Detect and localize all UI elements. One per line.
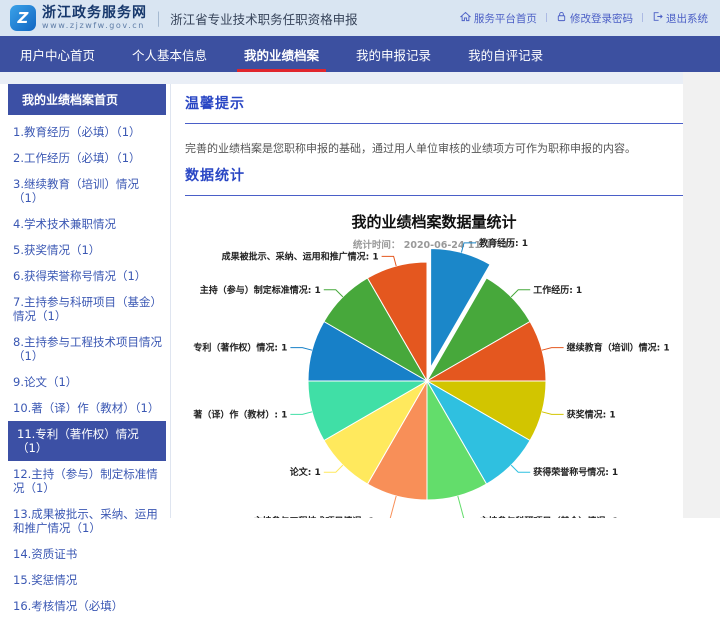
sidebar-item-13[interactable]: 13.成果被批示、采纳、运用和推广情况（1） xyxy=(8,501,166,541)
top-link-lock[interactable]: 修改登录密码 xyxy=(556,11,633,26)
pie-label-2: 继续教育（培训）情况: 1 xyxy=(567,342,670,354)
pie-label-11: 成果被批示、采纳、运用和推广情况: 1 xyxy=(222,250,379,262)
sidebar-item-16[interactable]: 16.考核情况（必填） xyxy=(8,593,166,619)
brand-divider: | xyxy=(156,9,161,27)
pie-label-line-4 xyxy=(511,465,530,472)
lock-icon xyxy=(556,11,567,25)
nav-content-gap xyxy=(0,72,720,84)
sidebar-item-15[interactable]: 15.奖惩情况 xyxy=(8,567,166,593)
nav-item-4[interactable]: 我的自评记录 xyxy=(456,36,555,72)
top-link-logout[interactable]: 退出系统 xyxy=(652,11,708,26)
nav-item-0[interactable]: 用户中心首页 xyxy=(8,36,107,72)
sidebar-item-3[interactable]: 3.继续教育（培训）情况（1） xyxy=(8,171,166,211)
pie-label-line-0 xyxy=(461,243,476,253)
pie-label-line-1 xyxy=(511,290,530,297)
sidebar-item-14[interactable]: 14.资质证书 xyxy=(8,541,166,567)
pie-chart-svg: 教育经历: 1 工作经历: 1 继续教育（培训）情况: 1 获奖情况: 1 获得荣誉称号… xyxy=(178,231,684,518)
page-title: 浙江省专业技术职务任职资格申报 xyxy=(170,9,358,28)
pie-label-line-10 xyxy=(324,290,343,297)
site-url: www.zjzwfw.gov.cn xyxy=(42,22,147,30)
chart-title: 我的业绩档案数据量统计 xyxy=(185,211,683,232)
page-right-margin xyxy=(683,72,720,518)
sidebar-item-4[interactable]: 4.学术技术兼职情况 xyxy=(8,211,166,237)
main-nav: 用户中心首页个人基本信息我的业绩档案我的申报记录我的自评记录 xyxy=(0,36,720,72)
sidebar-item-5[interactable]: 5.获奖情况（1） xyxy=(8,237,166,263)
pie-label-line-6 xyxy=(377,496,396,518)
top-link-home[interactable]: 服务平台首页 xyxy=(460,11,537,26)
sidebar-divider xyxy=(170,84,171,518)
top-link-separator: | xyxy=(545,13,548,23)
pie-label-4: 获得荣誉称号情况: 1 xyxy=(533,466,618,478)
sidebar-list: 1.教育经历（必填）（1）2.工作经历（必填）（1）3.继续教育（培训）情况（1… xyxy=(8,119,166,619)
top-header-bar: Z 浙江政务服务网 www.zjzwfw.gov.cn | 浙江省专业技术职务任… xyxy=(0,0,720,36)
pie-label-line-3 xyxy=(542,412,564,415)
top-link-label: 退出系统 xyxy=(666,11,708,26)
top-link-label: 修改登录密码 xyxy=(570,11,633,26)
sidebar: 我的业绩档案首页 1.教育经历（必填）（1）2.工作经历（必填）（1）3.继续教… xyxy=(8,84,166,619)
nav-item-1[interactable]: 个人基本信息 xyxy=(120,36,219,72)
top-link-separator: | xyxy=(641,13,644,23)
tip-text: 完善的业绩档案是您职称申报的基础，通过用人单位审核的业绩项方可作为职称申报的内容… xyxy=(185,140,683,156)
pie-label-7: 论文: 1 xyxy=(290,466,321,478)
site-brand: 浙江政务服务网 www.zjzwfw.gov.cn xyxy=(42,6,147,30)
pie-label-10: 主持（参与）制定标准情况: 1 xyxy=(200,284,321,296)
pie-chart: 教育经历: 1 工作经历: 1 继续教育（培训）情况: 1 获奖情况: 1 获得荣誉称号… xyxy=(178,231,684,518)
nav-item-3[interactable]: 我的申报记录 xyxy=(344,36,443,72)
pie-label-1: 工作经历: 1 xyxy=(533,284,582,296)
sidebar-item-12[interactable]: 12.主持（参与）制定标准情况（1） xyxy=(8,461,166,501)
pie-label-line-8 xyxy=(290,412,312,415)
site-name: 浙江政务服务网 xyxy=(42,6,147,20)
pie-label-line-11 xyxy=(382,256,397,266)
sidebar-item-1[interactable]: 1.教育经历（必填）（1） xyxy=(8,119,166,145)
sidebar-item-10[interactable]: 10.著（译）作（教材）（1） xyxy=(8,395,166,421)
pie-label-line-5 xyxy=(458,496,477,518)
home-icon xyxy=(460,11,471,25)
sidebar-home-item[interactable]: 我的业绩档案首页 xyxy=(8,84,166,115)
pie-label-line-9 xyxy=(290,348,312,351)
top-links: 服务平台首页 | 修改登录密码 | 退出系统 xyxy=(460,11,708,26)
sidebar-item-2[interactable]: 2.工作经历（必填）（1） xyxy=(8,145,166,171)
top-link-label: 服务平台首页 xyxy=(474,11,537,26)
tip-section-title: 温馨提示 xyxy=(185,93,683,113)
stats-section-title: 数据统计 xyxy=(185,165,683,185)
site-logo-icon: Z xyxy=(10,5,36,31)
sidebar-item-7[interactable]: 7.主持参与科研项目（基金）情况（1） xyxy=(8,289,166,329)
pie-label-line-7 xyxy=(324,465,343,472)
pie-label-0: 教育经历: 1 xyxy=(478,237,528,249)
pie-label-3: 获奖情况: 1 xyxy=(567,408,616,420)
stats-rule xyxy=(185,195,683,196)
pie-label-8: 著（译）作（教材）: 1 xyxy=(193,408,287,420)
sidebar-item-6[interactable]: 6.获得荣誉称号情况（1） xyxy=(8,263,166,289)
main-panel: 温馨提示 完善的业绩档案是您职称申报的基础，通过用人单位审核的业绩项方可作为职称… xyxy=(185,84,683,251)
sidebar-item-8[interactable]: 8.主持参与工程技术项目情况（1） xyxy=(8,329,166,369)
pie-label-line-2 xyxy=(542,348,564,351)
logout-icon xyxy=(652,11,663,25)
pie-label-9: 专利（著作权）情况: 1 xyxy=(193,342,287,354)
sidebar-item-11[interactable]: 11.专利（著作权）情况（1） xyxy=(8,421,166,461)
tip-rule xyxy=(185,123,683,124)
sidebar-item-9[interactable]: 9.论文（1） xyxy=(8,369,166,395)
nav-item-2[interactable]: 我的业绩档案 xyxy=(232,36,331,72)
